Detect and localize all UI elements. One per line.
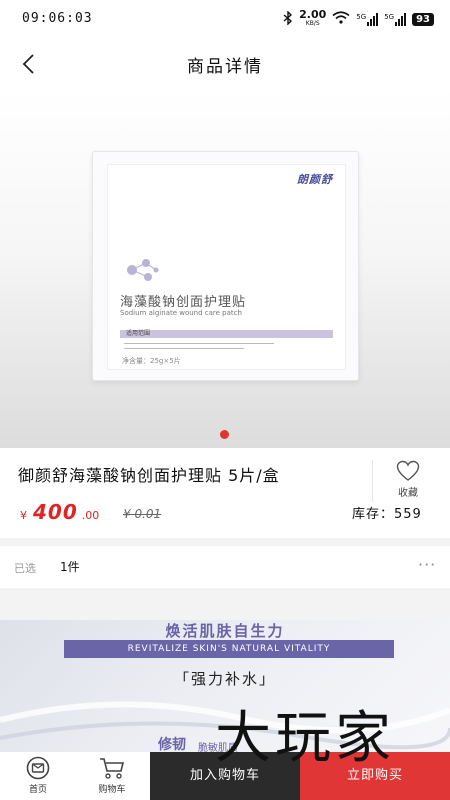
price-integer: 400 [33, 500, 78, 524]
home-tab[interactable]: 首页 [10, 756, 66, 795]
home-label: 首页 [28, 785, 47, 795]
package-section-bar: 适用范围 [120, 330, 333, 338]
section-separator [0, 538, 450, 546]
original-price: ¥ 0.01 [123, 507, 162, 521]
currency-symbol: ¥ [20, 509, 27, 522]
brand-logo: 朗颜舒 [297, 173, 333, 186]
home-icon [26, 756, 50, 780]
status-bar: 09:06:03 2.00 KB/S 5G 5G 93 [0, 0, 450, 38]
more-options-icon[interactable]: ··· [418, 555, 436, 574]
package-net-content: 净含量：25g×5片 [122, 357, 181, 365]
nav-header: 商品详情 [0, 38, 450, 88]
selected-spec-row[interactable]: 已选 1件 ··· [0, 546, 450, 588]
package-name-cn: 海藻酸钠创面护理贴 [120, 295, 247, 310]
network-speed: 2.00 KB/S [299, 8, 327, 27]
selected-value: 1件 [60, 560, 80, 574]
page-title: 商品详情 [187, 57, 263, 77]
wifi-icon [332, 11, 350, 27]
watermark: 大玩家 [215, 706, 395, 771]
section-separator [0, 588, 450, 620]
heart-icon [396, 460, 420, 481]
product-title: 御颜舒海藻酸钠创面护理贴 5片/盒 [18, 466, 280, 485]
stock-count: 559 [394, 507, 422, 522]
status-time: 09:06:03 [22, 11, 93, 26]
cart-icon [100, 758, 125, 779]
divider [372, 460, 373, 502]
carousel-indicator-dot[interactable] [220, 430, 229, 439]
status-icons: 2.00 KB/S 5G 5G 93 [283, 9, 434, 29]
battery-indicator: 93 [412, 12, 434, 26]
signal-icon-1: 5G [356, 12, 379, 26]
product-package-image: 朗颜舒 海藻酸钠创面护理贴 Sodium alginate wound care… [92, 151, 359, 381]
favorite-label: 收藏 [398, 488, 418, 499]
bluetooth-icon [283, 9, 293, 28]
price: ¥ 400 .00 [20, 500, 99, 524]
signal-icon-2: 5G [384, 12, 407, 26]
banner-tough-text: 修韧 [158, 737, 186, 752]
molecule-icon [127, 259, 159, 281]
product-image-carousel[interactable]: 朗颜舒 海藻酸钠创面护理贴 Sodium alginate wound care… [0, 88, 450, 448]
selected-label: 已选 [14, 562, 36, 575]
banner-english-strip: REVITALIZE SKIN'S NATURAL VITALITY [64, 640, 394, 658]
cart-label: 购物车 [98, 785, 126, 795]
package-name-en: Sodium alginate wound care patch [120, 309, 242, 317]
favorite-button[interactable]: 收藏 [384, 460, 432, 502]
price-decimal: .00 [81, 509, 100, 522]
banner-title: 焕活肌肤自生力 [165, 622, 285, 640]
stock: 库存：559 [352, 507, 422, 522]
cart-tab[interactable]: 购物车 [84, 756, 140, 795]
